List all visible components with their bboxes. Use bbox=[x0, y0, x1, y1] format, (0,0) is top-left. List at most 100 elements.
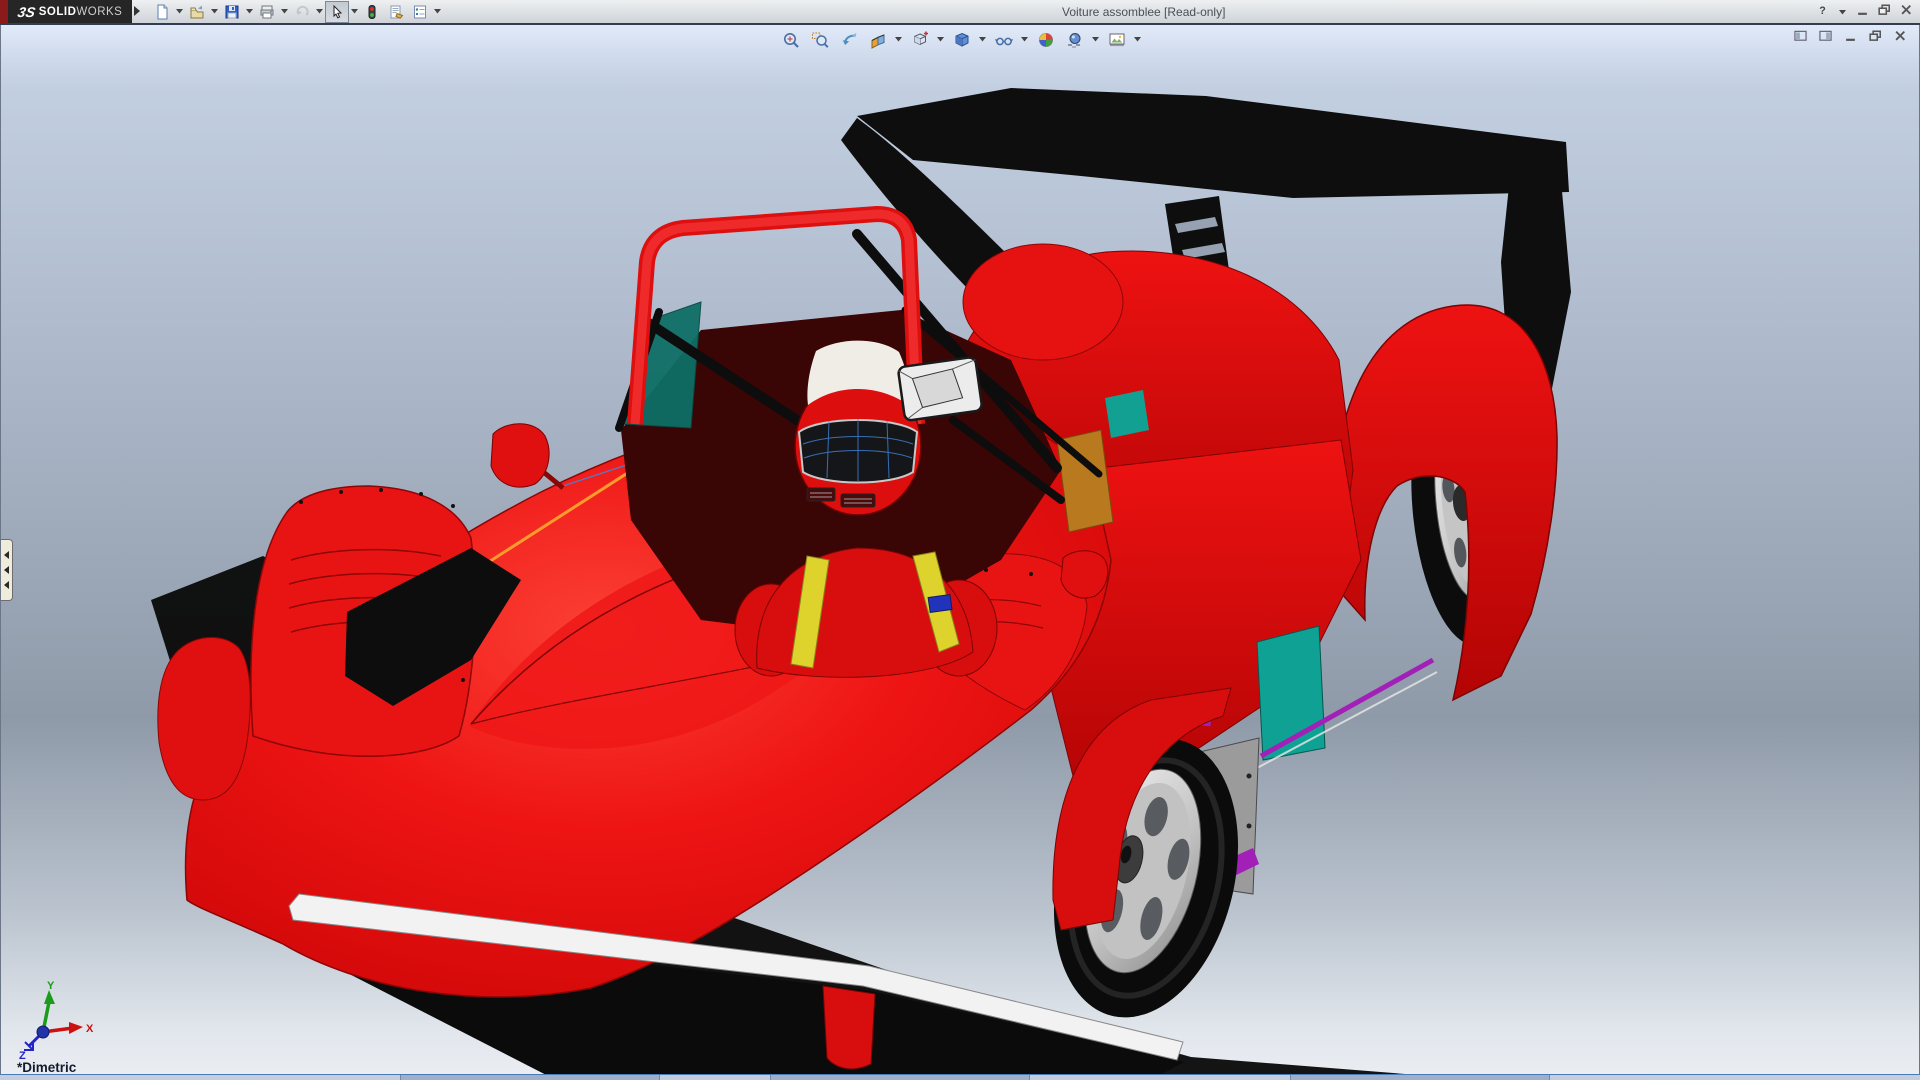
view-orientation-icon bbox=[911, 31, 929, 49]
zoom-to-area-button[interactable] bbox=[806, 27, 833, 52]
section-view-icon bbox=[869, 31, 887, 49]
collapse-feature-pane-icon bbox=[1794, 29, 1807, 47]
minimize-document-button[interactable] bbox=[1842, 30, 1859, 46]
zoom-to-fit-icon bbox=[782, 31, 800, 49]
restore-document-icon bbox=[1869, 29, 1882, 47]
hide-show-items-dropdown-arrow-icon[interactable] bbox=[1019, 30, 1030, 50]
select-cursor-icon bbox=[329, 4, 345, 20]
main-toolbar bbox=[150, 1, 443, 22]
view-orientation-label: *Dimetric bbox=[17, 1060, 76, 1075]
close-document-icon bbox=[1894, 29, 1907, 47]
rebuild-traffic-light-icon bbox=[364, 4, 380, 20]
solidworks-logo: 3S SOLIDWORKS bbox=[8, 0, 132, 23]
view-settings-dropdown-arrow-icon[interactable] bbox=[1132, 30, 1143, 50]
graphics-viewport[interactable]: Y X Z *Dimetric bbox=[0, 25, 1920, 1075]
restore-window-icon bbox=[1878, 3, 1891, 21]
collapse-arrow-icon bbox=[4, 566, 9, 574]
rebuild-traffic-light-button[interactable] bbox=[360, 1, 384, 23]
document-title: Voiture assomblee [Read-only] bbox=[1062, 5, 1225, 19]
section-view-button[interactable] bbox=[864, 27, 891, 52]
orientation-triad: Y X Z bbox=[11, 980, 111, 1060]
svg-text:X: X bbox=[86, 1023, 94, 1035]
minimize-window-icon bbox=[1856, 3, 1869, 21]
help-dropdown-arrow-icon[interactable] bbox=[1837, 2, 1848, 22]
close-window-icon bbox=[1900, 3, 1913, 21]
minimize-document-icon bbox=[1844, 29, 1857, 47]
zoom-to-area-icon bbox=[811, 31, 829, 49]
svg-text:?: ? bbox=[1819, 5, 1826, 16]
view-settings-icon bbox=[1108, 31, 1126, 49]
file-properties-icon bbox=[388, 4, 404, 20]
help-button[interactable]: ? bbox=[1815, 4, 1830, 20]
options-checklist-button[interactable] bbox=[408, 1, 432, 23]
save-icon bbox=[224, 4, 240, 20]
minimize-window-button[interactable] bbox=[1855, 4, 1870, 20]
view-orientation-dropdown-arrow-icon[interactable] bbox=[935, 30, 946, 50]
undo-icon bbox=[294, 4, 310, 20]
open-document-dropdown-arrow-icon[interactable] bbox=[209, 2, 220, 22]
document-window-controls bbox=[1792, 30, 1909, 46]
options-checklist-dropdown-arrow-icon[interactable] bbox=[432, 2, 443, 22]
zoom-to-fit-button[interactable] bbox=[777, 27, 804, 52]
taskbar-sliver bbox=[0, 1074, 1920, 1080]
collapse-arrow-icon bbox=[4, 581, 9, 589]
save-dropdown-arrow-icon[interactable] bbox=[244, 2, 255, 22]
save-button[interactable] bbox=[220, 1, 244, 23]
harness-buckle bbox=[928, 595, 952, 613]
close-document-button[interactable] bbox=[1892, 30, 1909, 46]
solidworks-3s-icon: 3S bbox=[16, 4, 37, 20]
display-style-button[interactable] bbox=[948, 27, 975, 52]
heads-up-view-toolbar bbox=[777, 27, 1143, 52]
svg-text:Y: Y bbox=[47, 980, 55, 992]
new-document-icon bbox=[154, 4, 170, 20]
section-view-dropdown-arrow-icon[interactable] bbox=[893, 30, 904, 50]
triad-origin bbox=[37, 1026, 49, 1038]
open-document-button[interactable] bbox=[185, 1, 209, 23]
triad-x-axis: X bbox=[43, 1022, 94, 1035]
feature-manager-collapsed-tab[interactable] bbox=[1, 539, 13, 601]
right-mirror bbox=[1061, 551, 1108, 598]
select-cursor-dropdown-arrow-icon[interactable] bbox=[349, 2, 360, 22]
car-model-render[interactable] bbox=[1, 25, 1920, 1075]
undo-dropdown-arrow-icon[interactable] bbox=[314, 2, 325, 22]
new-document-dropdown-arrow-icon[interactable] bbox=[174, 2, 185, 22]
previous-view-button[interactable] bbox=[835, 27, 862, 52]
help-icon: ? bbox=[1816, 3, 1829, 21]
display-style-icon bbox=[953, 31, 971, 49]
previous-view-icon bbox=[840, 31, 858, 49]
hide-show-items-button[interactable] bbox=[990, 27, 1017, 52]
undo-button[interactable] bbox=[290, 1, 314, 23]
view-settings-button[interactable] bbox=[1103, 27, 1130, 52]
expand-feature-pane-button[interactable] bbox=[1817, 30, 1834, 46]
new-document-button[interactable] bbox=[150, 1, 174, 23]
hide-show-items-icon bbox=[995, 31, 1013, 49]
edit-appearance-icon bbox=[1037, 31, 1055, 49]
apply-scene-dropdown-arrow-icon[interactable] bbox=[1090, 30, 1101, 50]
intake-box bbox=[898, 357, 983, 421]
collapse-feature-pane-button[interactable] bbox=[1792, 30, 1809, 46]
select-cursor-button[interactable] bbox=[325, 1, 349, 23]
triad-y-axis: Y bbox=[43, 980, 55, 1032]
toolbar-expand-arrow-icon[interactable] bbox=[134, 6, 140, 16]
left-mirror bbox=[491, 424, 549, 487]
restore-document-button[interactable] bbox=[1867, 30, 1884, 46]
apply-scene-icon bbox=[1066, 31, 1084, 49]
screen-edge-strip bbox=[0, 0, 8, 23]
restore-window-button[interactable] bbox=[1877, 4, 1892, 20]
solidworks-wordmark: SOLIDWORKS bbox=[39, 6, 123, 18]
print-icon bbox=[259, 4, 275, 20]
window-controls: ? bbox=[1815, 2, 1914, 22]
view-orientation-button[interactable] bbox=[906, 27, 933, 52]
open-document-icon bbox=[189, 4, 205, 20]
file-properties-button[interactable] bbox=[384, 1, 408, 23]
edit-appearance-button[interactable] bbox=[1032, 27, 1059, 52]
display-style-dropdown-arrow-icon[interactable] bbox=[977, 30, 988, 50]
collapse-arrow-icon bbox=[4, 551, 9, 559]
close-window-button[interactable] bbox=[1899, 4, 1914, 20]
apply-scene-button[interactable] bbox=[1061, 27, 1088, 52]
expand-feature-pane-icon bbox=[1819, 29, 1832, 47]
options-checklist-icon bbox=[412, 4, 428, 20]
print-button[interactable] bbox=[255, 1, 279, 23]
svg-text:Z: Z bbox=[19, 1050, 26, 1060]
print-dropdown-arrow-icon[interactable] bbox=[279, 2, 290, 22]
